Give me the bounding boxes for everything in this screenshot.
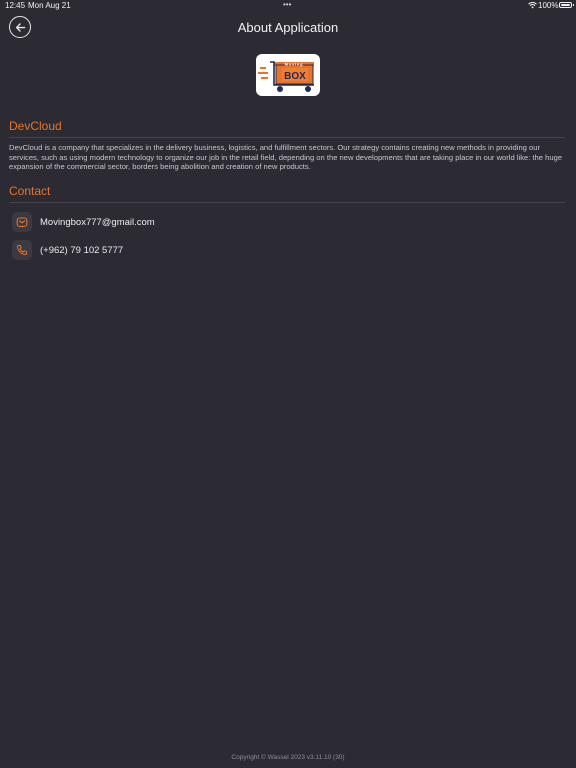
footer-copyright: Copyright © Wassel 2023 v3.11.10 (30) [231,754,345,761]
phone-icon [12,240,32,260]
contact-divider [9,202,565,203]
logo-top-text: Moving [285,61,304,66]
battery-percentage: 100% [538,1,559,10]
app-logo: Moving BOX [256,54,320,96]
wifi-icon [528,2,537,9]
contact-email[interactable]: Movingbox777@gmail.com [40,217,155,228]
status-date: Mon Aug 21 [28,1,71,10]
contact-phone-row[interactable]: (+962) 79 102 5777 [12,240,312,262]
page-title: About Application [237,20,339,35]
contact-phone[interactable]: (+962) 79 102 5777 [40,245,123,256]
email-icon [12,212,32,232]
multitasking-dots[interactable]: ••• [283,0,291,9]
status-time: 12:45 [5,1,26,10]
about-description: DevCloud is a company that specializes i… [9,143,562,172]
header: About Application [0,14,576,42]
moving-box-truck-icon: Moving BOX [258,61,314,92]
logo-box-text: BOX [284,71,306,82]
contact-email-row[interactable]: Movingbox777@gmail.com [12,212,312,234]
battery-icon [559,2,574,8]
status-bar: 12:45 Mon Aug 21 ••• 100% [0,0,576,12]
about-section-title: DevCloud [9,119,62,133]
contact-section-title: Contact [9,184,51,198]
about-divider [9,137,565,138]
